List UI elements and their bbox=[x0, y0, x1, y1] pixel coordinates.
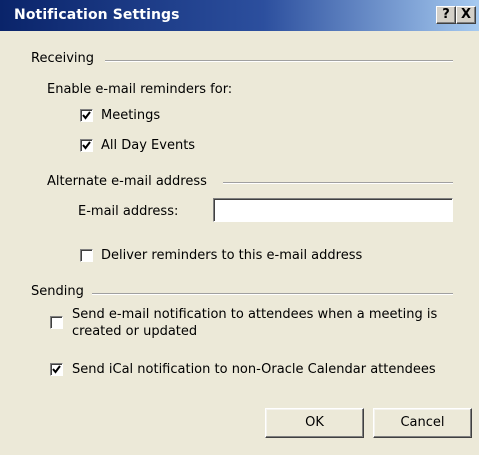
alternate-email-label: Alternate e-mail address bbox=[47, 174, 207, 189]
send-ical-notification-checkbox[interactable] bbox=[50, 363, 63, 376]
receiving-section-label: Receiving bbox=[31, 51, 95, 66]
ok-button[interactable]: OK bbox=[265, 408, 364, 438]
cancel-button[interactable]: Cancel bbox=[373, 408, 472, 438]
send-email-notification-label-continued[interactable]: created or updated bbox=[72, 324, 197, 339]
close-button[interactable]: X bbox=[456, 6, 476, 24]
email-address-input[interactable] bbox=[213, 198, 453, 222]
window-title: Notification Settings bbox=[14, 7, 180, 23]
enable-reminders-label: Enable e-mail reminders for: bbox=[47, 82, 233, 97]
checkmark-icon bbox=[82, 141, 91, 150]
sending-divider bbox=[92, 293, 453, 295]
deliver-reminders-label[interactable]: Deliver reminders to this e-mail address bbox=[101, 248, 362, 263]
sending-section-label: Sending bbox=[31, 284, 84, 299]
receiving-divider bbox=[105, 60, 453, 62]
send-email-notification-checkbox[interactable] bbox=[50, 316, 63, 329]
alternate-email-divider bbox=[223, 182, 453, 184]
send-email-notification-label[interactable]: Send e-mail notification to attendees wh… bbox=[72, 307, 437, 322]
title-bar[interactable]: Notification Settings ? X bbox=[0, 0, 479, 31]
meetings-label[interactable]: Meetings bbox=[101, 108, 160, 123]
email-address-label: E-mail address: bbox=[78, 204, 179, 219]
send-ical-notification-label[interactable]: Send iCal notification to non-Oracle Cal… bbox=[72, 362, 436, 377]
checkmark-icon bbox=[52, 365, 61, 374]
notification-settings-dialog: Notification Settings ? X Receiving Enab… bbox=[0, 0, 479, 455]
all-day-events-checkbox[interactable] bbox=[80, 139, 93, 152]
all-day-events-label[interactable]: All Day Events bbox=[101, 138, 195, 153]
deliver-reminders-checkbox[interactable] bbox=[80, 249, 93, 262]
meetings-checkbox[interactable] bbox=[80, 109, 93, 122]
help-button[interactable]: ? bbox=[436, 6, 456, 24]
checkmark-icon bbox=[82, 111, 91, 120]
